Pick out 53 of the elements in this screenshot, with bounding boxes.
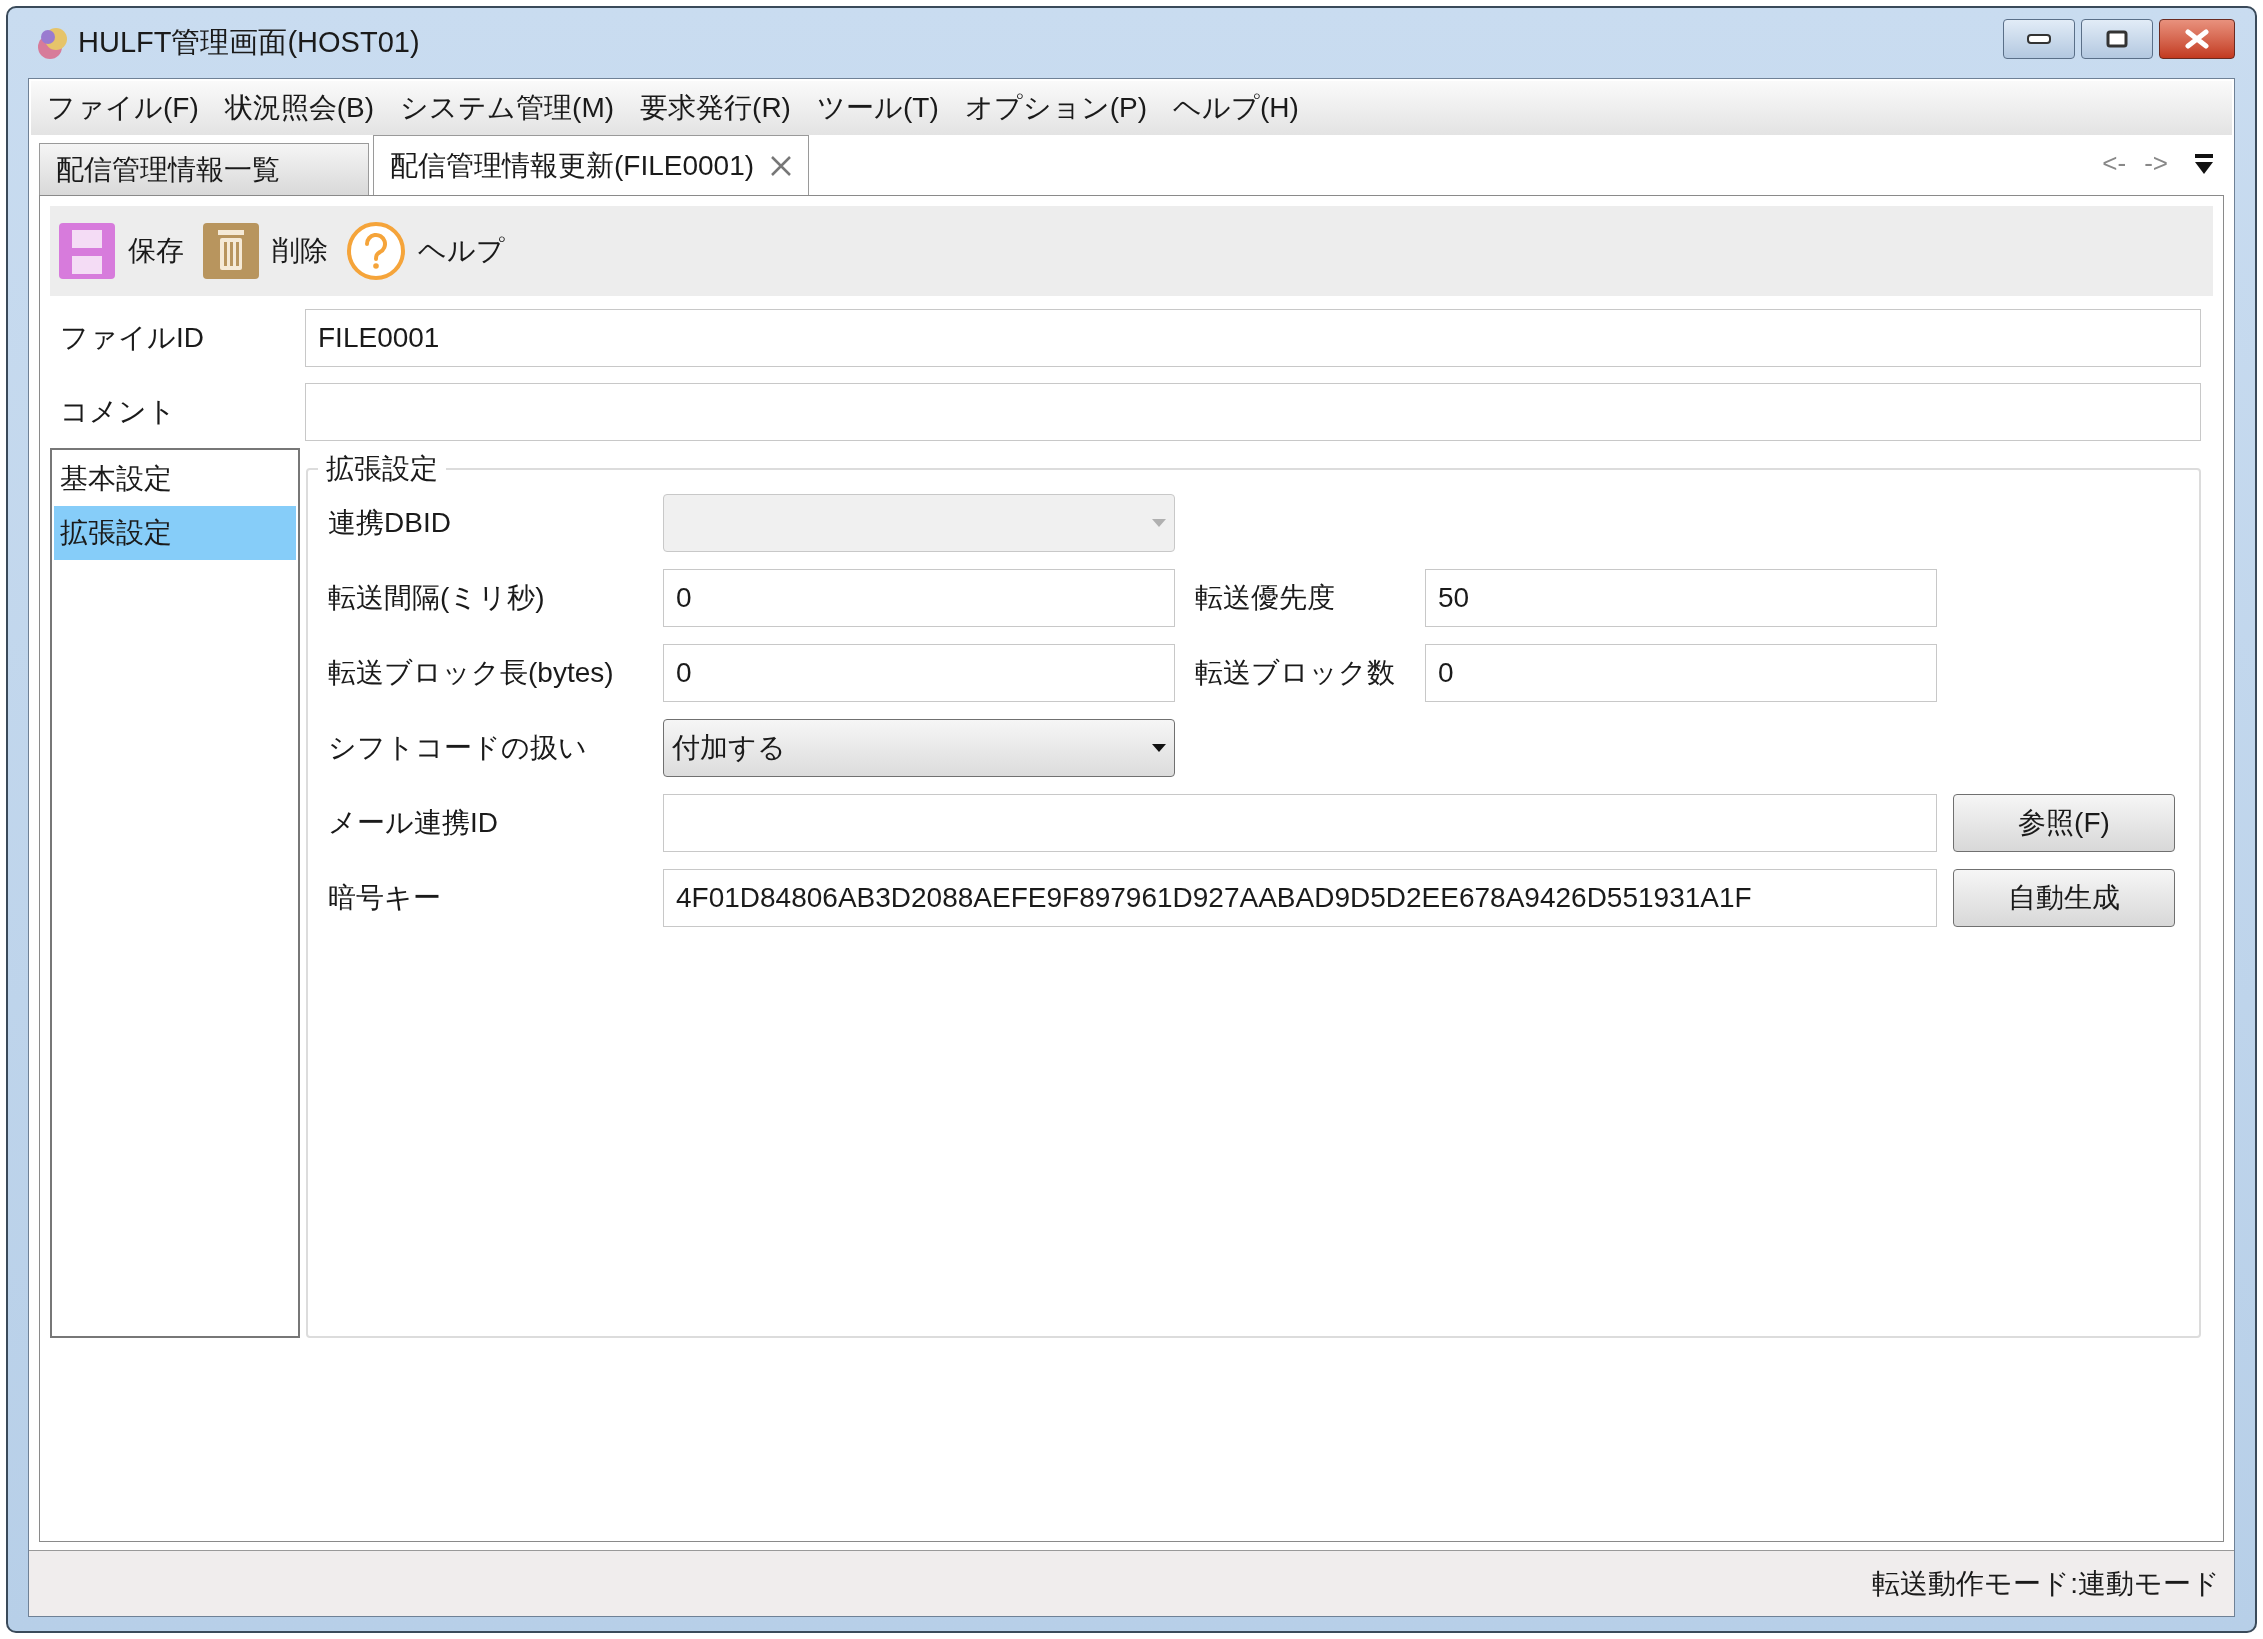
text-field[interactable]: 0 bbox=[663, 569, 1175, 627]
toolbar-button[interactable]: ヘルプ bbox=[346, 221, 509, 281]
nav-item[interactable]: 基本設定 bbox=[54, 452, 296, 506]
text-field[interactable]: 0 bbox=[663, 644, 1175, 702]
action-button[interactable]: 参照(F) bbox=[1953, 794, 2175, 852]
menu-item[interactable]: システム管理(M) bbox=[400, 87, 615, 129]
menu-item[interactable]: ファイル(F) bbox=[47, 87, 199, 129]
caret-icon bbox=[1152, 519, 1166, 527]
field-label: 連携DBID bbox=[328, 506, 452, 540]
action-button[interactable]: 自動生成 bbox=[1953, 869, 2175, 927]
dropdown[interactable]: 付加する bbox=[663, 719, 1175, 777]
field-label: 暗号キー bbox=[328, 881, 442, 915]
tab-list-dropdown-icon[interactable] bbox=[2194, 152, 2214, 175]
scroll-tabs-right[interactable]: -> bbox=[2144, 144, 2168, 183]
toolbar-button[interactable]: 削除 bbox=[202, 222, 332, 280]
menu-item[interactable]: 状況照会(B) bbox=[224, 87, 375, 129]
field-label: 転送ブロック数 bbox=[1195, 656, 1396, 690]
caret-icon bbox=[1152, 744, 1166, 752]
tab[interactable]: 配信管理情報一覧 bbox=[39, 143, 369, 195]
menu-item[interactable]: ツール(T) bbox=[816, 87, 939, 129]
menu-item[interactable]: ヘルプ(H) bbox=[1173, 87, 1299, 129]
field-label: メール連携ID bbox=[328, 806, 499, 840]
tab[interactable]: 配信管理情報更新(FILE0001) bbox=[373, 135, 810, 195]
field-label: コメント bbox=[60, 395, 177, 429]
status-text: 転送動作モード:連動モード bbox=[1872, 1566, 2220, 1601]
minimize-button[interactable] bbox=[2003, 19, 2075, 59]
maximize-button[interactable] bbox=[2081, 19, 2153, 59]
menu-item[interactable]: 要求発行(R) bbox=[640, 87, 791, 129]
window-title: HULFT管理画面(HOST01) bbox=[78, 25, 420, 61]
close-icon[interactable] bbox=[770, 154, 793, 177]
field-label: 転送ブロック長(bytes) bbox=[328, 656, 615, 690]
minimize-icon bbox=[2027, 34, 2051, 44]
field-label: 転送間隔(ミリ秒) bbox=[328, 581, 546, 615]
text-field[interactable] bbox=[663, 794, 1937, 852]
maximize-icon bbox=[2106, 30, 2128, 48]
scroll-tabs-left[interactable]: <- bbox=[2102, 144, 2127, 183]
nav-item[interactable]: 拡張設定 bbox=[54, 506, 296, 560]
app-logo-icon bbox=[36, 25, 70, 61]
menu-item[interactable]: オプション(P) bbox=[964, 87, 1148, 129]
text-field[interactable] bbox=[305, 383, 2201, 441]
toolbar-button[interactable]: 保存 bbox=[58, 222, 188, 280]
field-label: ファイルID bbox=[60, 321, 205, 355]
text-field[interactable]: FILE0001 bbox=[305, 309, 2201, 367]
field-label: シフトコードの扱い bbox=[328, 731, 588, 765]
close-button[interactable] bbox=[2159, 19, 2235, 59]
close-icon bbox=[2184, 29, 2210, 49]
trash-icon bbox=[202, 222, 260, 280]
text-field[interactable]: 4F01D84806AB3D2088AEFE9F897961D927AABAD9D5D2EE678A9426D551931A1F bbox=[663, 869, 1937, 927]
help-icon bbox=[346, 221, 406, 281]
field-label: 転送優先度 bbox=[1195, 581, 1336, 615]
text-field[interactable]: 50 bbox=[1425, 569, 1937, 627]
text-field[interactable]: 0 bbox=[1425, 644, 1937, 702]
group-title: 拡張設定 bbox=[325, 452, 439, 486]
